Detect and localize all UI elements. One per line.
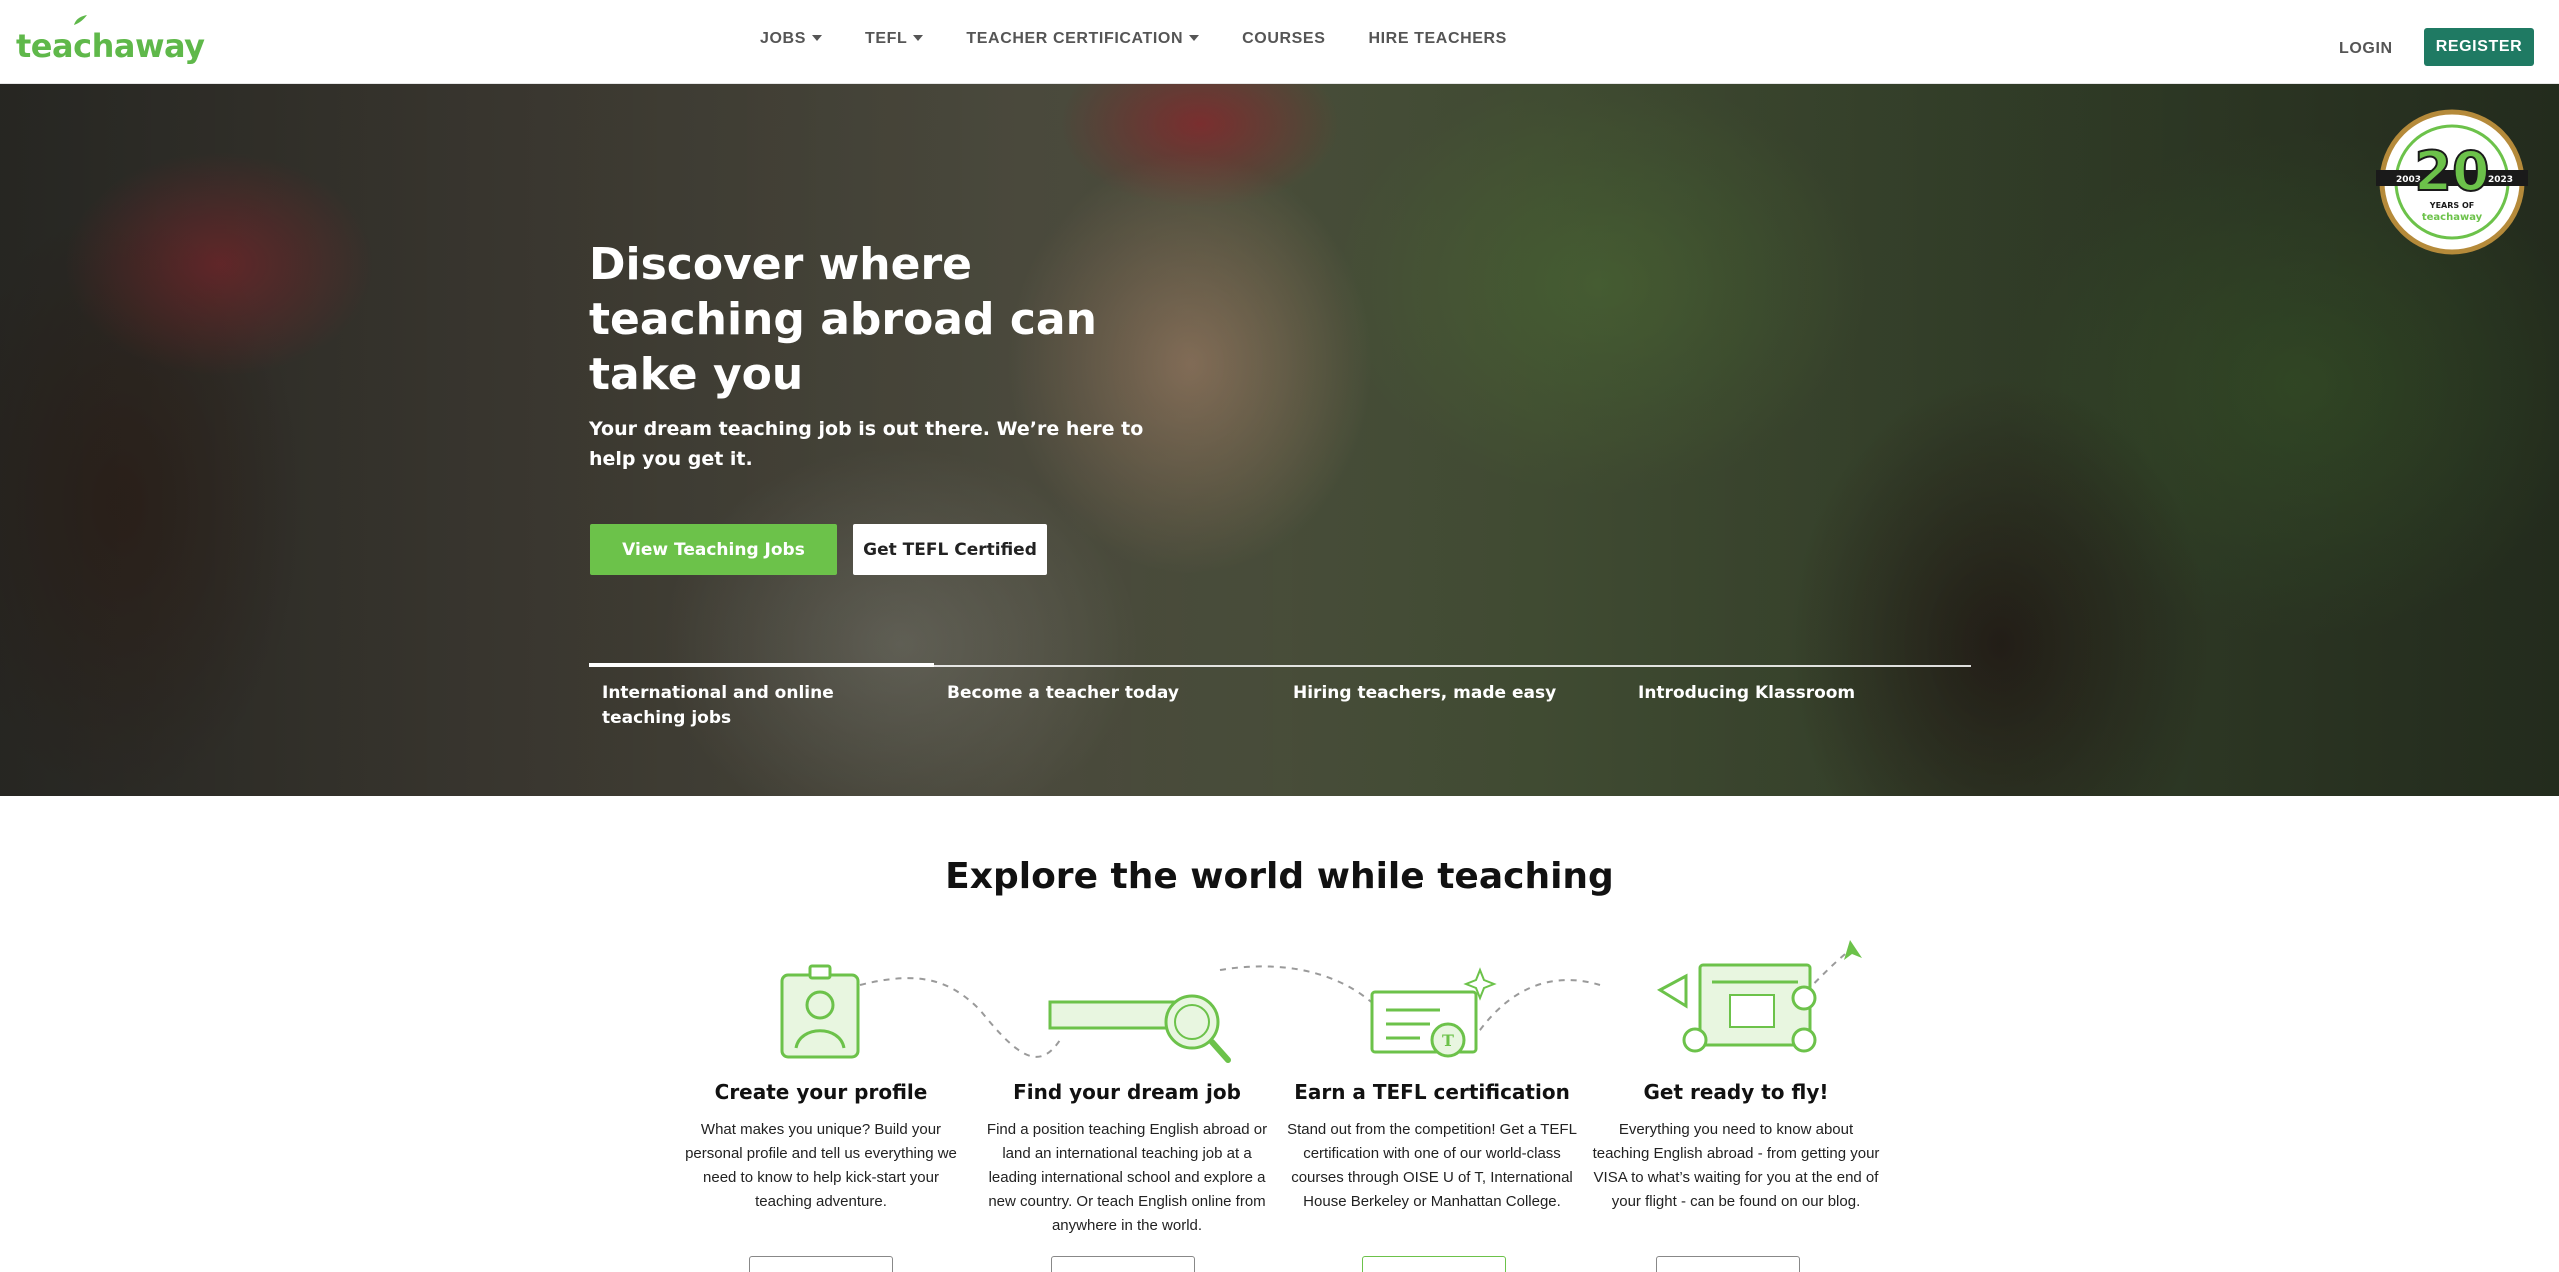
step-ready-to-fly: Get ready to fly! Everything you need to… [1591, 1080, 1881, 1214]
nav-tefl-label: TEFL [864, 30, 908, 47]
teachaway-logo[interactable]: teachaway [16, 15, 205, 65]
hero-banner: Discover where teaching abroad can take … [0, 84, 2559, 796]
slide-tab-klassroom[interactable]: Introducing Klassroom [1638, 681, 1938, 706]
nav-courses[interactable]: COURSES [1242, 30, 1325, 48]
step-description: Everything you need to know about teachi… [1592, 1121, 1880, 1210]
register-button[interactable]: REGISTER [2424, 28, 2534, 66]
journey-illustration: T [780, 940, 1862, 1063]
hero-subtitle: Your dream teaching job is out there. We… [589, 418, 1144, 470]
hero-title: Discover where teaching abroad can take … [589, 239, 1097, 400]
twenty-years-badge: 2003 2023 20 YEARS OF teachaway [2376, 109, 2528, 255]
slide-tab-hiring-teachers[interactable]: Hiring teachers, made easy [1293, 681, 1593, 706]
slide-tab-become-teacher[interactable]: Become a teacher today [947, 681, 1247, 706]
badge-year-end: 2023 [2488, 175, 2513, 185]
step-title: Get ready to fly! [1643, 1080, 1829, 1104]
explore-section-title: Explore the world while teaching [945, 856, 1614, 897]
step-title: Find your dream job [1013, 1080, 1241, 1104]
site-header: teachaway JOBS TEFL TEACHER CERTIFICATIO… [0, 0, 2559, 84]
badge-brand: teachaway [2422, 212, 2483, 223]
slider-active-indicator [589, 663, 934, 667]
badge-years-text: YEARS OF [2429, 201, 2474, 210]
nav-hire-teachers[interactable]: HIRE TEACHERS [1368, 30, 1506, 48]
step-description: Find a position teaching English abroad … [986, 1121, 1268, 1234]
step-earn-tefl: Earn a TEFL certification Stand out from… [1287, 1080, 1577, 1214]
step-find-job: Find your dream job Find a position teac… [982, 1080, 1272, 1238]
login-link[interactable]: LOGIN [2339, 40, 2393, 58]
nav-courses-label: COURSES [1242, 30, 1326, 47]
leaf-icon [74, 15, 87, 25]
travel-planning-icon [1656, 940, 1862, 1053]
step-tefl-button[interactable] [1362, 1256, 1506, 1272]
profile-card-icon [780, 964, 860, 1059]
badge-number: 20 [2414, 140, 2489, 203]
chevron-down-icon [913, 35, 924, 41]
chevron-down-icon [811, 35, 822, 41]
get-tefl-certified-button[interactable]: Get TEFL Certified [853, 524, 1047, 575]
svg-text:T: T [1442, 1031, 1454, 1050]
search-magnifier-icon [1048, 994, 1231, 1063]
logo-text: teachaway [16, 27, 205, 65]
main-nav: JOBS TEFL TEACHER CERTIFICATION COURSES … [760, 0, 1550, 78]
step-title: Create your profile [714, 1080, 928, 1104]
step-profile-button[interactable] [749, 1256, 893, 1272]
nav-teacher-certification[interactable]: TEACHER CERTIFICATION [966, 30, 1200, 48]
nav-teacher-certification-label: TEACHER CERTIFICATION [966, 30, 1184, 47]
step-description: Stand out from the competition! Get a TE… [1287, 1121, 1577, 1210]
step-fly-button[interactable] [1656, 1256, 1800, 1272]
certificate-icon: T [1370, 967, 1497, 1058]
step-description: What makes you unique? Build your person… [685, 1121, 957, 1210]
slide-tab-international-jobs[interactable]: International and online teaching jobs [602, 681, 902, 731]
nav-jobs-label: JOBS [760, 30, 806, 47]
step-create-profile: Create your profile What makes you uniqu… [676, 1080, 966, 1214]
nav-hire-teachers-label: HIRE TEACHERS [1368, 30, 1507, 47]
chevron-down-icon [1189, 35, 1200, 41]
hero-photo-overlay [0, 84, 2559, 796]
view-teaching-jobs-button[interactable]: View Teaching Jobs [590, 524, 837, 575]
step-job-button[interactable] [1051, 1256, 1195, 1272]
nav-tefl[interactable]: TEFL [864, 30, 924, 48]
step-title: Earn a TEFL certification [1294, 1080, 1570, 1104]
nav-jobs[interactable]: JOBS [760, 30, 822, 48]
